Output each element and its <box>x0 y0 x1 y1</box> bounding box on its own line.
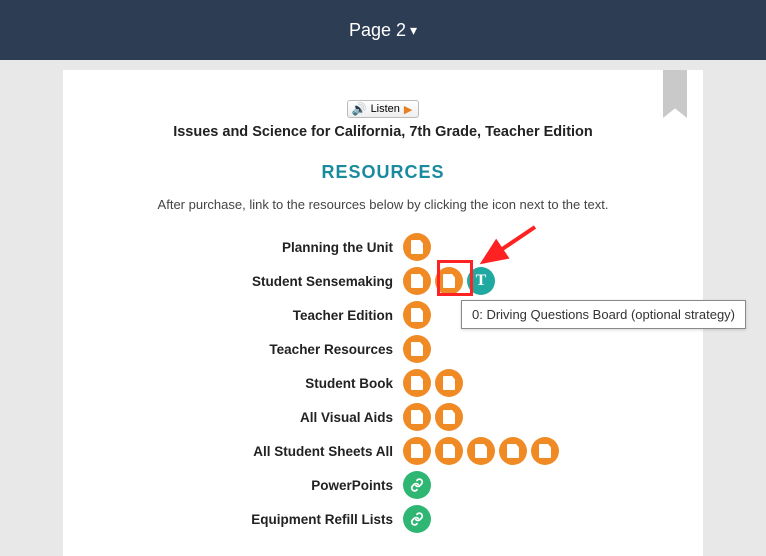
t-icon[interactable]: T <box>467 267 495 295</box>
resource-label: All Visual Aids <box>103 410 403 425</box>
document-icon[interactable] <box>531 437 559 465</box>
resource-label: Student Book <box>103 376 403 391</box>
chevron-down-icon[interactable]: ▾ <box>410 22 417 39</box>
tooltip: 0: Driving Questions Board (optional str… <box>461 300 746 329</box>
document-icon[interactable] <box>499 437 527 465</box>
resource-icons <box>403 369 463 397</box>
resource-row: Student Book <box>103 366 663 400</box>
document-icon[interactable] <box>467 437 495 465</box>
resource-label: Teacher Edition <box>103 308 403 323</box>
resource-label: Equipment Refill Lists <box>103 512 403 527</box>
document-icon[interactable] <box>403 437 431 465</box>
document-icon[interactable] <box>403 267 431 295</box>
title-area: 🔊 Listen ▶ Issues and Science for Califo… <box>103 100 663 140</box>
resource-row: Teacher Resources <box>103 332 663 366</box>
document-icon[interactable] <box>403 369 431 397</box>
speaker-icon: 🔊 <box>352 102 367 116</box>
document-icon[interactable] <box>403 335 431 363</box>
resource-row: PowerPoints <box>103 468 663 502</box>
resource-icons <box>403 301 431 329</box>
resource-row: All Visual Aids <box>103 400 663 434</box>
listen-button[interactable]: 🔊 Listen ▶ <box>347 100 420 118</box>
page-header: Page 2 ▾ <box>0 0 766 60</box>
resource-icons <box>403 437 559 465</box>
resource-row: Student Sensemaking T <box>103 264 663 298</box>
listen-label: Listen <box>371 103 400 115</box>
resource-label: Planning the Unit <box>103 240 403 255</box>
book-title: Issues and Science for California, 7th G… <box>103 124 663 140</box>
resource-label: PowerPoints <box>103 478 403 493</box>
resource-icons <box>403 471 431 499</box>
document-icon[interactable] <box>403 403 431 431</box>
resources-heading: RESOURCES <box>103 162 663 183</box>
resource-label: Teacher Resources <box>103 342 403 357</box>
document-icon[interactable] <box>435 403 463 431</box>
page-number-label[interactable]: Page 2 <box>349 20 406 41</box>
document-icon[interactable] <box>403 301 431 329</box>
document-icon[interactable] <box>435 369 463 397</box>
resource-icons: T <box>403 267 495 295</box>
document-page: 🔊 Listen ▶ Issues and Science for Califo… <box>63 70 703 556</box>
link-icon[interactable] <box>403 471 431 499</box>
resource-rows: 0: Driving Questions Board (optional str… <box>103 230 663 536</box>
resource-row: Equipment Refill Lists <box>103 502 663 536</box>
document-icon[interactable] <box>435 437 463 465</box>
bookmark-icon <box>663 70 687 118</box>
resource-icons <box>403 403 463 431</box>
play-icon: ▶ <box>404 103 412 116</box>
resource-label: All Student Sheets All <box>103 444 403 459</box>
resource-row: Planning the Unit <box>103 230 663 264</box>
link-icon[interactable] <box>403 505 431 533</box>
resource-label: Student Sensemaking <box>103 274 403 289</box>
resource-icons <box>403 505 431 533</box>
document-icon[interactable] <box>435 267 463 295</box>
page-container: 🔊 Listen ▶ Issues and Science for Califo… <box>0 60 766 556</box>
resource-icons <box>403 233 431 261</box>
resource-icons <box>403 335 431 363</box>
tooltip-text: 0: Driving Questions Board (optional str… <box>472 307 735 322</box>
resource-row: All Student Sheets All <box>103 434 663 468</box>
document-icon[interactable] <box>403 233 431 261</box>
instruction-text: After purchase, link to the resources be… <box>103 197 663 212</box>
